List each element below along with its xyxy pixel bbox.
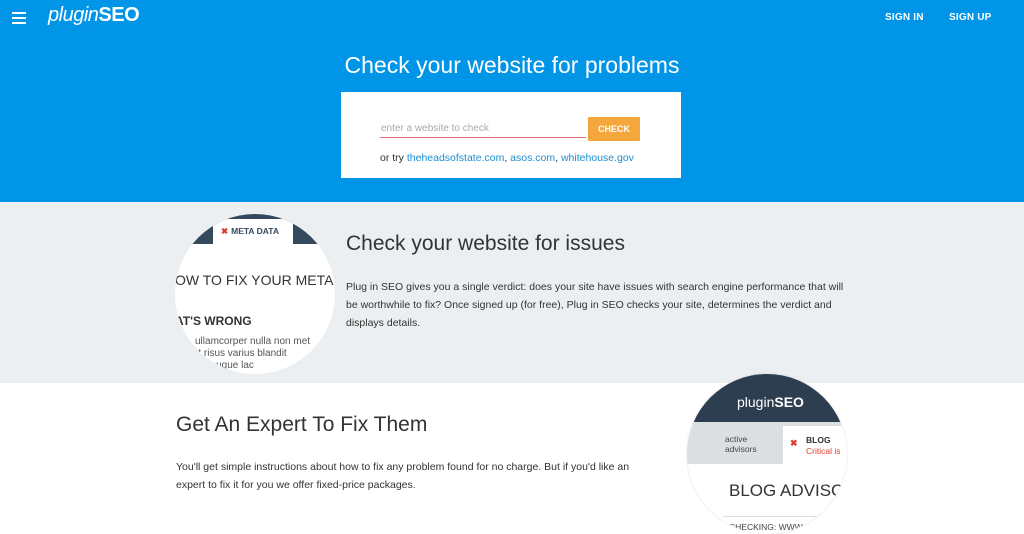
site-logo[interactable]: pluginSEO (48, 4, 140, 27)
issues-section: ✖ META DATA OW TO FIX YOUR META AT'S WRON… (0, 202, 1024, 383)
preview-body-line: rt risus varius blandit (195, 348, 287, 359)
logo-seo-text: SEO (98, 4, 140, 26)
check-form: CHECK or try theheadsofstate.com, asos.c… (341, 92, 681, 178)
example-link-headsofstate[interactable]: theheadsofstate.com (407, 152, 504, 164)
active-advisors-label: active advisors (725, 434, 757, 454)
meta-data-preview-image: ✖ META DATA OW TO FIX YOUR META AT'S WRON… (175, 214, 335, 374)
or-try-label: or try (380, 152, 404, 164)
example-separator: , (504, 152, 508, 164)
issues-title: Check your website for issues (346, 232, 625, 255)
hero-banner: pluginSEO SIGN IN SIGN UP Check your web… (0, 0, 1024, 202)
preview-body: ullamcorper nulla non met rt risus variu… (195, 336, 310, 372)
example-separator: , (555, 152, 559, 164)
blog-tab: ✖ BLOG Critical is (783, 426, 847, 464)
critical-label: Critical is (806, 446, 841, 456)
expert-description: You'll get simple instructions about how… (176, 461, 630, 491)
blog-advisor-preview-image: pluginSEO active advisors ✖ BLOG Critical… (687, 374, 847, 534)
preview-heading: OW TO FIX YOUR META (175, 272, 334, 288)
divider (723, 516, 847, 517)
expert-title: Get An Expert To Fix Them (176, 413, 428, 436)
example-sites: or try theheadsofstate.com, asos.com, wh… (380, 152, 634, 164)
hero-title: Check your website for problems (344, 52, 680, 78)
example-link-whitehouse[interactable]: whitehouse.gov (561, 152, 634, 164)
error-x-icon: ✖ (221, 226, 229, 236)
checking-url-label: CHECKING: WWW.MYLI (729, 522, 825, 532)
meta-data-tab-label: META DATA (231, 226, 279, 236)
sign-up-link[interactable]: SIGN UP (949, 12, 992, 23)
example-link-asos[interactable]: asos.com (510, 152, 555, 164)
issues-description: Plug in SEO gives you a single verdict: … (346, 281, 844, 329)
preview-logo: pluginSEO (737, 394, 804, 410)
logo-plug-text: plugin (48, 4, 99, 26)
preview-logo-seo: SEO (774, 394, 804, 410)
blog-tab-label: BLOG Critical is (806, 435, 840, 457)
preview-body-line: vel augue lac (195, 360, 254, 371)
sign-in-link[interactable]: SIGN IN (885, 12, 924, 23)
blog-label: BLOG (806, 435, 831, 445)
error-x-icon: ✖ (790, 438, 798, 448)
preview-subheading: AT'S WRONG (175, 314, 252, 328)
blog-advisor-heading: BLOG ADVISC (729, 481, 844, 500)
website-url-input[interactable] (380, 119, 586, 138)
preview-logo-plug: plugin (737, 394, 775, 410)
hamburger-icon[interactable] (12, 12, 26, 24)
check-button[interactable]: CHECK (588, 117, 640, 141)
preview-body-line: ullamcorper nulla non met (195, 336, 311, 347)
meta-data-tab: ✖ META DATA (213, 219, 293, 245)
